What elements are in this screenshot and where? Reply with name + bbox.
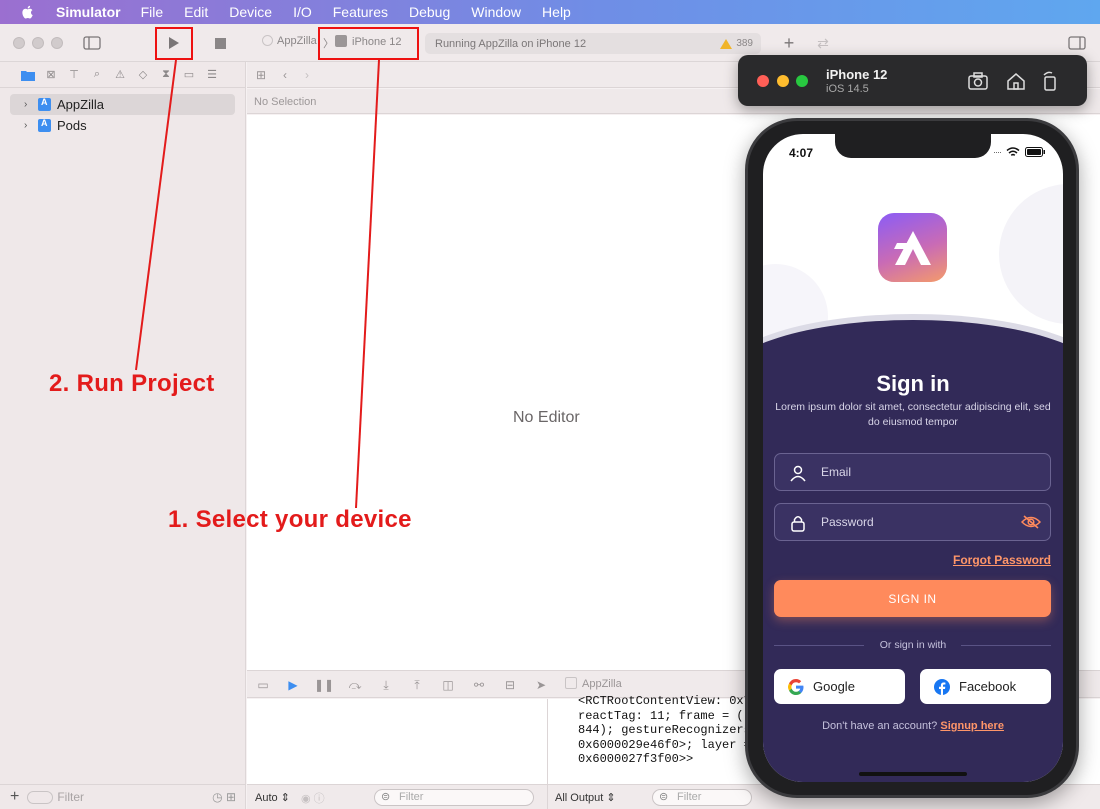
rotate-icon[interactable] <box>1039 70 1061 92</box>
battery-icon <box>1025 147 1045 157</box>
simulator-os-version: iOS 14.5 <box>826 83 869 95</box>
signin-subtitle: Lorem ipsum dolor sit amet, consectetur … <box>775 401 1051 428</box>
notch <box>835 134 991 158</box>
divider-right <box>961 645 1051 646</box>
signup-row: Don't have an account? Signup here <box>763 720 1063 732</box>
home-indicator <box>859 772 967 776</box>
password-field[interactable]: Password <box>774 503 1051 541</box>
lock-icon <box>791 516 805 532</box>
screenshot-icon[interactable] <box>967 70 989 92</box>
run-annotation-line <box>135 59 177 371</box>
google-label: Google <box>813 679 855 694</box>
signal-icon: ···· <box>993 147 1002 157</box>
simulator-titlebar: iPhone 12 iOS 14.5 <box>738 55 1087 106</box>
status-time: 4:07 <box>789 146 814 160</box>
select-device-annotation: 1. Select your device <box>168 506 412 533</box>
iphone-screen: 4:07 ···· Sign in Lorem ipsum dolor sit … <box>763 134 1063 782</box>
eye-off-icon[interactable] <box>1021 515 1041 529</box>
user-icon <box>790 465 806 482</box>
run-project-annotation: 2. Run Project <box>49 370 215 397</box>
simulator-device-name: iPhone 12 <box>826 67 888 82</box>
email-field[interactable]: Email <box>774 453 1051 491</box>
logo-mark-icon <box>893 230 931 265</box>
status-icons: ···· <box>993 147 1045 157</box>
google-button[interactable]: Google <box>774 669 905 704</box>
signin-title: Sign in <box>876 371 950 396</box>
zoom-window-button[interactable] <box>796 75 808 87</box>
wifi-icon <box>1006 147 1020 156</box>
password-placeholder: Password <box>821 515 874 529</box>
signin-button[interactable]: SIGN IN <box>774 580 1051 617</box>
device-annotation-line <box>355 59 380 509</box>
forgot-password-link[interactable]: Forgot Password <box>953 553 1051 567</box>
google-icon <box>788 678 804 695</box>
email-placeholder: Email <box>821 465 852 479</box>
home-icon[interactable] <box>1005 70 1027 92</box>
facebook-icon <box>934 678 950 695</box>
facebook-label: Facebook <box>959 679 1017 694</box>
signup-link[interactable]: Signup here <box>940 720 1004 732</box>
facebook-button[interactable]: Facebook <box>920 669 1051 704</box>
app-logo <box>878 213 947 282</box>
decor-circle <box>999 184 1063 324</box>
no-account-text: Don't have an account? <box>822 720 938 732</box>
minimize-window-button[interactable] <box>777 75 789 87</box>
close-window-button[interactable] <box>757 75 769 87</box>
